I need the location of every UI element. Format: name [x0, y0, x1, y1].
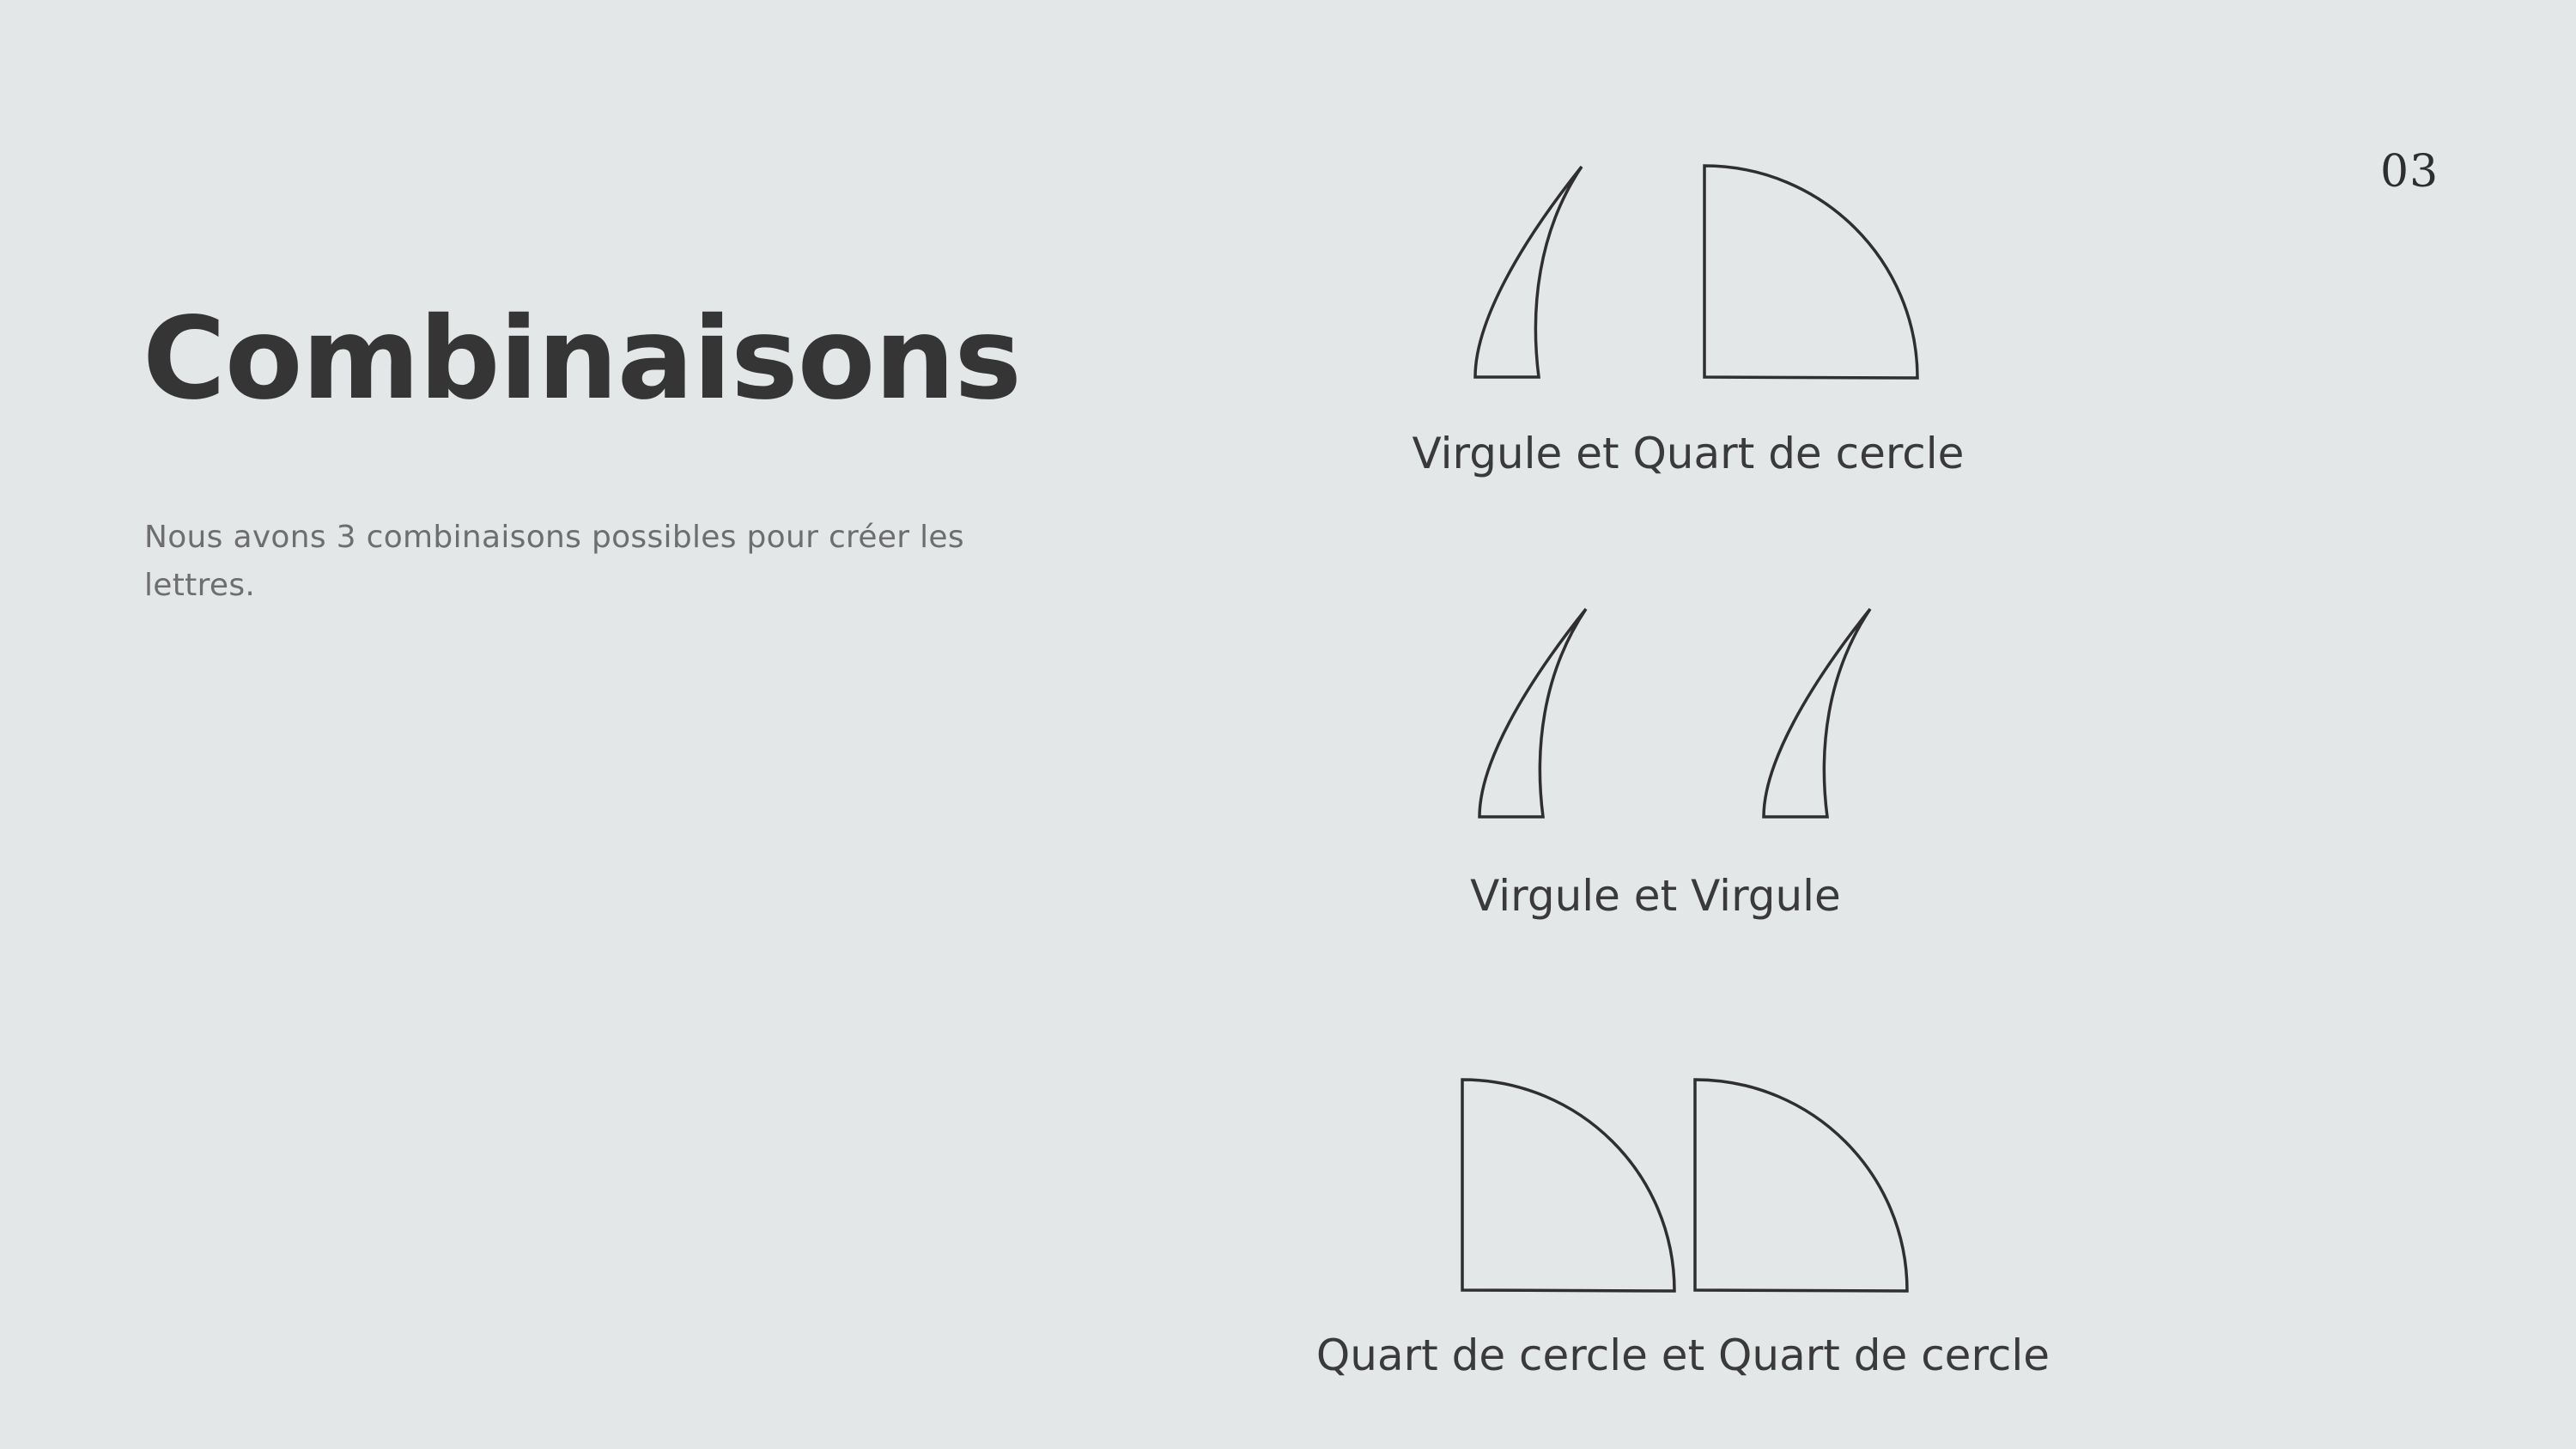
caption-virgule-quart-de-cercle: Virgule et Quart de cercle: [1412, 429, 1965, 478]
caption-quart-de-cercle-quart-de-cercle: Quart de cercle et Quart de cercle: [1315, 1330, 2050, 1380]
comma-shape: [1473, 165, 1583, 379]
caption-virgule-virgule: Virgule et Virgule: [1470, 871, 1841, 921]
comma-shape: [1762, 607, 1872, 819]
quarter-circle-shape: [1693, 1078, 1909, 1293]
comma-shape: [1478, 607, 1588, 819]
quarter-circle-shape: [1461, 1078, 1676, 1293]
combination-2-shapes: [1478, 607, 1872, 819]
shapes-canvas: [1461, 164, 1919, 1293]
quarter-circle-shape: [1703, 164, 1919, 380]
combination-3-shapes: [1461, 1078, 1909, 1293]
combination-1-shapes: [1473, 164, 1919, 380]
